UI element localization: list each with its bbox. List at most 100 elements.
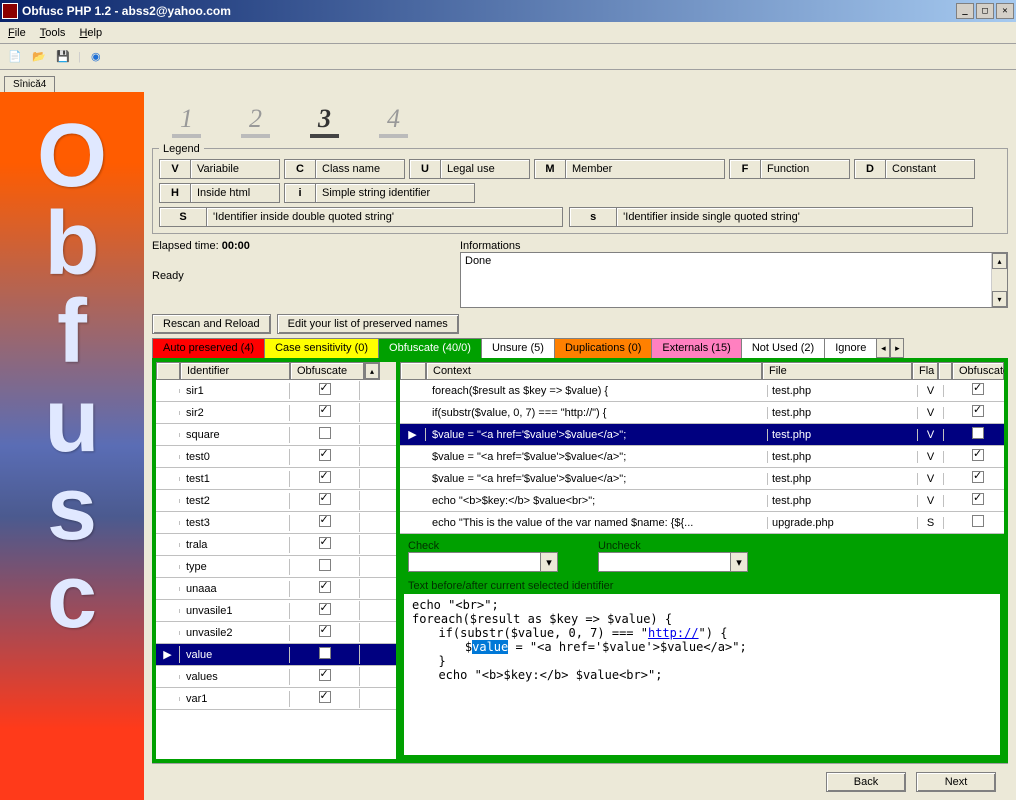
uncheck-combo[interactable] (598, 552, 748, 572)
check-label: Check (408, 540, 439, 552)
legend-desc: Constant (885, 159, 975, 179)
legend-code: U (409, 159, 441, 179)
tab-white[interactable]: Ignore (824, 338, 877, 358)
context-row[interactable]: $value = "<a href='$value'>$value</a>";t… (400, 446, 1004, 468)
legend-desc: Member (565, 159, 725, 179)
step-3[interactable]: 3 (310, 104, 339, 138)
legend-desc: Variabile (190, 159, 280, 179)
identifier-row[interactable]: trala (156, 534, 396, 556)
context-row[interactable]: echo "This is the value of the var named… (400, 512, 1004, 534)
titlebar: Obfusc PHP 1.2 - abss2@yahoo.com _ □ ✕ (0, 0, 1016, 22)
tab-yellow[interactable]: Case sensitivity (0) (264, 338, 379, 358)
maximize-button[interactable]: □ (976, 3, 994, 19)
identifier-row[interactable]: test2 (156, 490, 396, 512)
tab-scroll[interactable]: ▸ (890, 338, 904, 358)
legend-desc: Class name (315, 159, 405, 179)
col-file[interactable]: File (762, 362, 912, 380)
edit-preserved-button[interactable]: Edit your list of preserved names (277, 314, 459, 334)
elapsed-value: 00:00 (222, 240, 250, 252)
uncheck-label: Uncheck (598, 540, 641, 552)
window-title: Obfusc PHP 1.2 - abss2@yahoo.com (22, 4, 954, 18)
new-icon[interactable]: 📄 (6, 48, 24, 66)
legend-title: Legend (159, 143, 204, 155)
legend-desc: Simple string identifier (315, 183, 475, 203)
context-row[interactable]: foreach($result as $key => $value) {test… (400, 380, 1004, 402)
legend-fieldset: Legend VVariabileCClass nameULegal useMM… (152, 148, 1008, 234)
sidebar-logo: Obf usc (0, 92, 144, 800)
identifier-row[interactable]: sir1 (156, 380, 396, 402)
status-text: Ready (152, 270, 452, 282)
context-row[interactable]: $value = "<a href='$value'>$value</a>";t… (400, 468, 1004, 490)
context-grid: Context File Fla Obfuscate foreach($resu… (400, 362, 1004, 534)
legend-code: C (284, 159, 316, 179)
step-1[interactable]: 1 (172, 104, 201, 138)
legend-code-s: s (569, 207, 617, 227)
close-button[interactable]: ✕ (996, 3, 1014, 19)
elapsed-label: Elapsed time: (152, 240, 219, 252)
menu-file[interactable]: File (8, 27, 26, 39)
identifier-row[interactable]: unaaa (156, 578, 396, 600)
context-row[interactable]: if(substr($value, 0, 7) === "http://") {… (400, 402, 1004, 424)
legend-desc: Inside html (190, 183, 280, 203)
identifier-row[interactable]: square (156, 424, 396, 446)
legend-code: F (729, 159, 761, 179)
tab-green[interactable]: Obfuscate (40/0) (378, 338, 482, 358)
menubar: File Tools Help (0, 22, 1016, 44)
document-tabs: Sînică4 (0, 70, 1016, 92)
source-label: Text before/after current selected ident… (400, 578, 1004, 594)
source-preview[interactable]: echo "<br>";foreach($result as $key => $… (404, 594, 1000, 755)
open-icon[interactable]: 📂 (30, 48, 48, 66)
wizard-steps: 1 2 3 4 (152, 100, 1008, 148)
context-row[interactable]: ▶$value = "<a href='$value'>$value</a>";… (400, 424, 1004, 446)
doc-tab[interactable]: Sînică4 (4, 76, 55, 92)
identifier-row[interactable]: var1 (156, 688, 396, 710)
identifier-row[interactable]: test1 (156, 468, 396, 490)
tab-red[interactable]: Auto preserved (4) (152, 338, 265, 358)
info-textbox: Done ▴▾ (460, 252, 1008, 308)
col-context[interactable]: Context (426, 362, 762, 380)
legend-code: H (159, 183, 191, 203)
info-label: Informations (460, 240, 521, 252)
legend-code: V (159, 159, 191, 179)
identifier-row[interactable]: unvasile1 (156, 600, 396, 622)
identifier-row[interactable]: ▶value (156, 644, 396, 666)
tab-orange[interactable]: Duplications (0) (554, 338, 652, 358)
legend-code: D (854, 159, 886, 179)
col-identifier[interactable]: Identifier (180, 362, 290, 380)
menu-tools[interactable]: Tools (40, 27, 66, 39)
tab-scroll[interactable]: ◂ (876, 338, 890, 358)
rescan-button[interactable]: Rescan and Reload (152, 314, 271, 334)
identifier-row[interactable]: unvasile2 (156, 622, 396, 644)
legend-code-S: S (159, 207, 207, 227)
identifier-row[interactable]: sir2 (156, 402, 396, 424)
identifier-grid: Identifier Obfuscate ▴ sir1sir2squaretes… (156, 362, 396, 759)
tab-white[interactable]: Unsure (5) (481, 338, 555, 358)
app-icon (2, 3, 18, 19)
next-button[interactable]: Next (916, 772, 996, 792)
tab-pink[interactable]: Externals (15) (651, 338, 741, 358)
col-obf2[interactable]: Obfuscate (952, 362, 1004, 380)
legend-code: M (534, 159, 566, 179)
identifier-row[interactable]: values (156, 666, 396, 688)
minimize-button[interactable]: _ (956, 3, 974, 19)
check-combo[interactable] (408, 552, 558, 572)
identifier-row[interactable]: test0 (156, 446, 396, 468)
legend-desc-S: 'Identifier inside double quoted string' (206, 207, 563, 227)
col-obfuscate[interactable]: Obfuscate (290, 362, 364, 380)
back-button[interactable]: Back (826, 772, 906, 792)
legend-desc: Function (760, 159, 850, 179)
save-icon[interactable]: 💾 (54, 48, 72, 66)
tab-white[interactable]: Not Used (2) (741, 338, 825, 358)
identifier-row[interactable]: test3 (156, 512, 396, 534)
step-4[interactable]: 4 (379, 104, 408, 138)
scrollbar[interactable]: ▴▾ (991, 253, 1007, 307)
category-tabs: Auto preserved (4)Case sensitivity (0)Ob… (152, 338, 1008, 358)
col-flag[interactable]: Fla (912, 362, 938, 380)
step-2[interactable]: 2 (241, 104, 270, 138)
identifier-row[interactable]: type (156, 556, 396, 578)
check-controls: Check Uncheck (400, 536, 1004, 576)
menu-help[interactable]: Help (79, 27, 102, 39)
toolbar: 📄 📂 💾 | ◉ (0, 44, 1016, 70)
context-row[interactable]: echo "<b>$key:</b> $value<br>";test.phpV (400, 490, 1004, 512)
help-icon[interactable]: ◉ (87, 48, 105, 66)
